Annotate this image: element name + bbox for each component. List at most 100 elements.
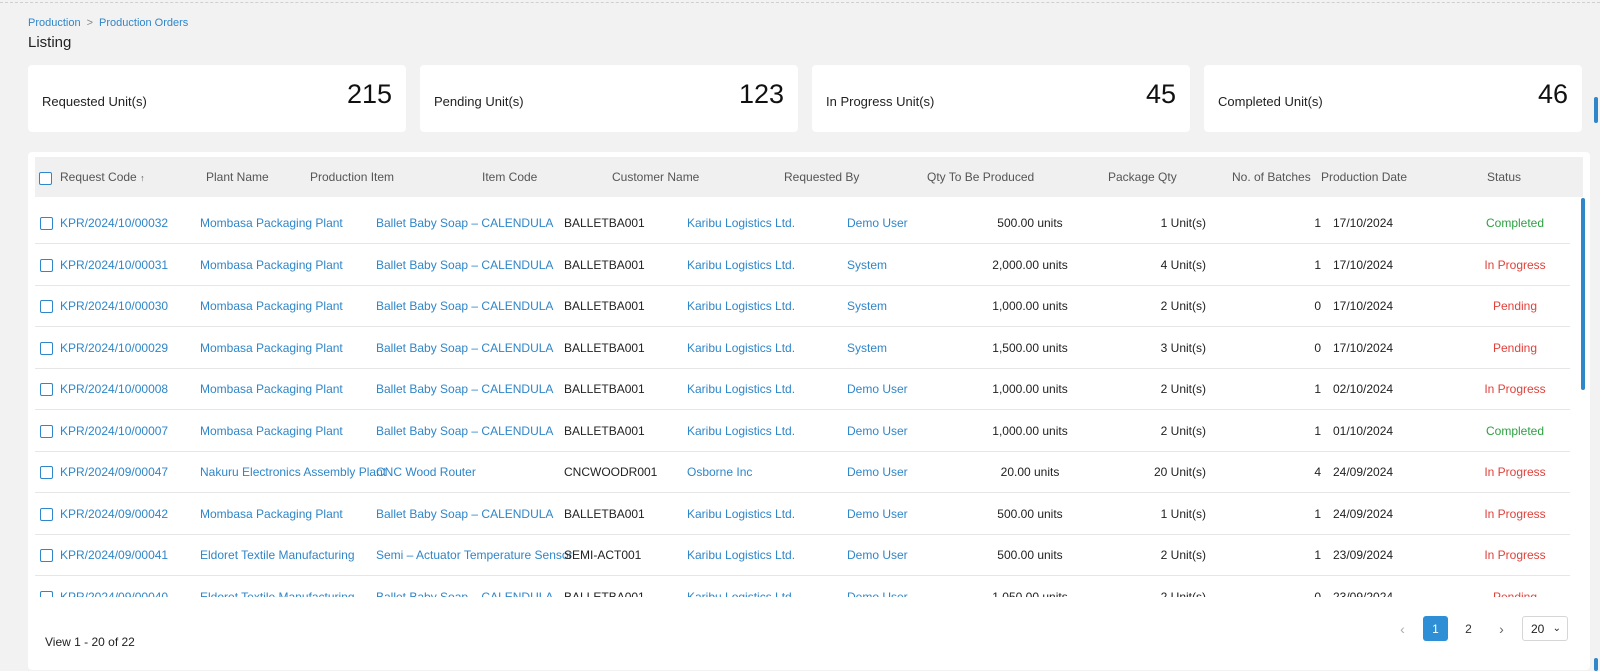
plant-name-link[interactable]: Eldoret Textile Manufacturing	[200, 590, 355, 598]
page-1-button[interactable]: 1	[1423, 616, 1448, 641]
production-item-link[interactable]: Ballet Baby Soap – CALENDULA	[376, 258, 553, 272]
requested-by-link[interactable]: System	[847, 299, 887, 313]
production-item-link[interactable]: Ballet Baby Soap – CALENDULA	[376, 590, 553, 598]
requested-by-link[interactable]: Demo User	[847, 507, 908, 521]
request-code-link[interactable]: KPR/2024/09/00042	[60, 507, 168, 521]
plant-name-link[interactable]: Mombasa Packaging Plant	[200, 216, 343, 230]
table-row[interactable]: KPR/2024/10/00007 Mombasa Packaging Plant…	[35, 410, 1570, 452]
requested-by-link[interactable]: Demo User	[847, 465, 908, 479]
request-code-link[interactable]: KPR/2024/09/00041	[60, 548, 168, 562]
breadcrumb-production[interactable]: Production	[28, 17, 81, 29]
prev-page-button[interactable]: ‹	[1390, 616, 1415, 641]
production-item-link[interactable]: CNC Wood Router	[376, 465, 476, 479]
plant-name-link[interactable]: Mombasa Packaging Plant	[200, 258, 343, 272]
status-badge: Completed	[1485, 216, 1545, 230]
request-code-link[interactable]: KPR/2024/10/00029	[60, 341, 168, 355]
row-checkbox[interactable]	[40, 424, 53, 438]
requested-by-link[interactable]: Demo User	[847, 548, 908, 562]
requested-by-link[interactable]: Demo User	[847, 424, 908, 438]
plant-name-link[interactable]: Mombasa Packaging Plant	[200, 382, 343, 396]
request-code-link[interactable]: KPR/2024/09/00040	[60, 590, 168, 598]
page-2-button[interactable]: 2	[1456, 616, 1481, 641]
plant-name-link[interactable]: Nakuru Electronics Assembly Plant	[200, 465, 386, 479]
plant-name-link[interactable]: Eldoret Textile Manufacturing	[200, 548, 355, 562]
header-qty[interactable]: Qty To Be Produced	[927, 170, 1034, 184]
requested-by-link[interactable]: System	[847, 341, 887, 355]
request-code-link[interactable]: KPR/2024/10/00008	[60, 382, 168, 396]
card-value: 123	[738, 79, 784, 109]
row-checkbox[interactable]	[40, 258, 53, 272]
table-row[interactable]: KPR/2024/10/00008 Mombasa Packaging Plant…	[35, 368, 1570, 410]
production-item-link[interactable]: Semi – Actuator Temperature Sensor	[376, 548, 573, 562]
customer-name-link[interactable]: Karibu Logistics Ltd.	[687, 590, 795, 598]
row-checkbox[interactable]	[40, 590, 53, 597]
table-row[interactable]: KPR/2024/10/00030 Mombasa Packaging Plant…	[35, 285, 1570, 327]
next-page-button[interactable]: ›	[1489, 616, 1514, 641]
header-item-code[interactable]: Item Code	[482, 170, 537, 184]
customer-name-link[interactable]: Osborne Inc	[687, 465, 752, 479]
page-size-value: 20	[1531, 621, 1545, 636]
customer-name-link[interactable]: Karibu Logistics Ltd.	[687, 507, 795, 521]
select-all-checkbox[interactable]	[39, 172, 52, 185]
header-package-qty[interactable]: Package Qty	[1108, 170, 1177, 184]
page-size-select[interactable]: 20 ⌄	[1522, 616, 1568, 641]
production-item-link[interactable]: Ballet Baby Soap – CALENDULA	[376, 424, 553, 438]
customer-name-link[interactable]: Karibu Logistics Ltd.	[687, 216, 795, 230]
customer-name-link[interactable]: Karibu Logistics Ltd.	[687, 341, 795, 355]
plant-name-link[interactable]: Mombasa Packaging Plant	[200, 507, 343, 521]
header-requested-by[interactable]: Requested By	[784, 170, 859, 184]
status-badge: In Progress	[1484, 465, 1546, 479]
customer-name-link[interactable]: Karibu Logistics Ltd.	[687, 258, 795, 272]
request-code-link[interactable]: KPR/2024/10/00032	[60, 216, 168, 230]
production-item-link[interactable]: Ballet Baby Soap – CALENDULA	[376, 299, 553, 313]
table-row[interactable]: KPR/2024/10/00032 Mombasa Packaging Plant…	[35, 202, 1570, 244]
card-value: 46	[1537, 79, 1568, 109]
requested-by-link[interactable]: Demo User	[847, 216, 908, 230]
header-request-code[interactable]: Request Code ↑	[60, 170, 145, 184]
breadcrumb-production-orders[interactable]: Production Orders	[99, 17, 188, 29]
request-code-link[interactable]: KPR/2024/10/00030	[60, 299, 168, 313]
plant-name-link[interactable]: Mombasa Packaging Plant	[200, 299, 343, 313]
plant-name-link[interactable]: Mombasa Packaging Plant	[200, 341, 343, 355]
production-item-link[interactable]: Ballet Baby Soap – CALENDULA	[376, 382, 553, 396]
table-row[interactable]: KPR/2024/09/00040 Eldoret Textile Manufac…	[35, 576, 1570, 598]
header-status[interactable]: Status	[1487, 170, 1521, 184]
customer-name-link[interactable]: Karibu Logistics Ltd.	[687, 382, 795, 396]
table-row[interactable]: KPR/2024/10/00031 Mombasa Packaging Plant…	[35, 244, 1570, 286]
row-checkbox[interactable]	[40, 383, 53, 396]
page-scrollbar[interactable]	[1594, 97, 1598, 123]
row-checkbox[interactable]	[40, 217, 53, 230]
table-row[interactable]: KPR/2024/09/00042 Mombasa Packaging Plant…	[35, 493, 1570, 535]
header-plant-name[interactable]: Plant Name	[206, 170, 269, 184]
row-checkbox[interactable]	[40, 300, 53, 313]
production-item-link[interactable]: Ballet Baby Soap – CALENDULA	[376, 341, 553, 355]
requested-by-link[interactable]: Demo User	[847, 590, 908, 598]
production-item-link[interactable]: Ballet Baby Soap – CALENDULA	[376, 216, 553, 230]
item-code-cell: BALLETBA001	[564, 589, 645, 598]
header-batches[interactable]: No. of Batches	[1232, 170, 1311, 184]
header-production-item[interactable]: Production Item	[310, 170, 394, 184]
row-checkbox[interactable]	[40, 341, 53, 355]
request-code-link[interactable]: KPR/2024/10/00031	[60, 258, 168, 272]
requested-by-link[interactable]: System	[847, 258, 887, 272]
batches-cell: 1	[1314, 382, 1321, 396]
table-row[interactable]: KPR/2024/09/00047 Nakuru Electronics Asse…	[35, 451, 1570, 493]
customer-name-link[interactable]: Karibu Logistics Ltd.	[687, 299, 795, 313]
header-customer-name[interactable]: Customer Name	[612, 170, 699, 184]
customer-name-link[interactable]: Karibu Logistics Ltd.	[687, 548, 795, 562]
page-scrollbar-bottom[interactable]	[1594, 658, 1598, 671]
table-row[interactable]: KPR/2024/10/00029 Mombasa Packaging Plant…	[35, 327, 1570, 369]
row-checkbox[interactable]	[40, 507, 53, 521]
request-code-link[interactable]: KPR/2024/09/00047	[60, 465, 168, 479]
table-scrollbar[interactable]	[1581, 198, 1585, 390]
customer-name-link[interactable]: Karibu Logistics Ltd.	[687, 424, 795, 438]
batches-cell: 1	[1314, 548, 1321, 562]
requested-by-link[interactable]: Demo User	[847, 382, 908, 396]
plant-name-link[interactable]: Mombasa Packaging Plant	[200, 424, 343, 438]
production-item-link[interactable]: Ballet Baby Soap – CALENDULA	[376, 507, 553, 521]
table-row[interactable]: KPR/2024/09/00041 Eldoret Textile Manufac…	[35, 534, 1570, 576]
header-production-date[interactable]: Production Date	[1321, 170, 1407, 184]
row-checkbox[interactable]	[40, 466, 53, 479]
request-code-link[interactable]: KPR/2024/10/00007	[60, 424, 168, 438]
row-checkbox[interactable]	[40, 549, 53, 562]
